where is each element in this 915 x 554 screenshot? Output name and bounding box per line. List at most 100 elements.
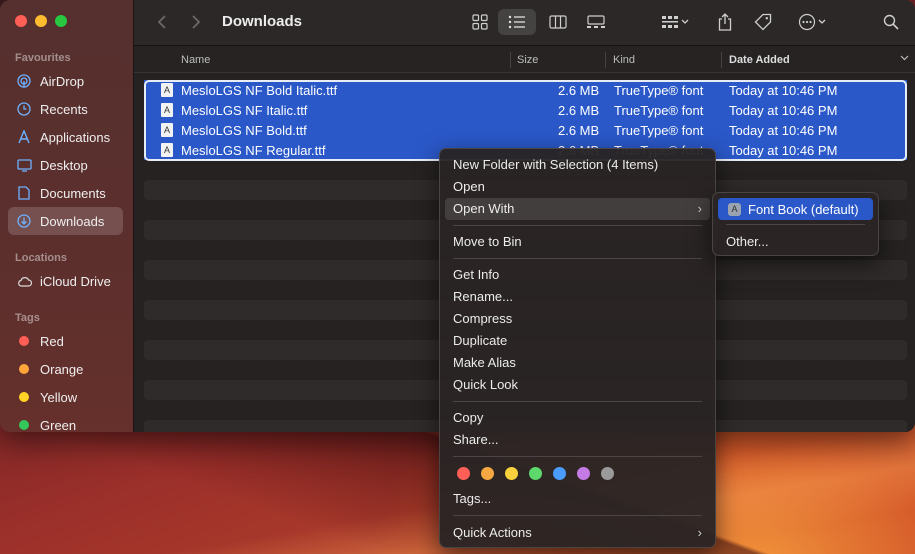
toolbar: Downloads — [134, 0, 915, 46]
sidebar-item-recents[interactable]: Recents — [8, 95, 123, 123]
desktop-icon — [16, 157, 32, 173]
document-icon — [16, 185, 32, 201]
menu-item-quick-actions[interactable]: Quick Actions › — [445, 522, 710, 544]
table-row[interactable]: A MesloLGS NF Italic.ttf 2.6 MB TrueType… — [144, 100, 907, 120]
sidebar-item-label: iCloud Drive — [40, 273, 111, 289]
tag-color-blue[interactable] — [553, 467, 566, 480]
menu-item-label: Open With — [453, 201, 515, 216]
tag-icon — [754, 13, 772, 31]
more-actions-button[interactable] — [792, 9, 834, 35]
menu-item-compress[interactable]: Compress — [445, 308, 710, 330]
chevron-right-icon: › — [697, 201, 702, 216]
sidebar-item-label: Documents — [40, 185, 106, 201]
minimize-button[interactable] — [35, 15, 47, 27]
icon-view-button[interactable] — [466, 9, 494, 35]
font-book-icon: A — [728, 202, 741, 216]
sidebar-item-label: Green — [40, 417, 77, 433]
sidebar-tag-red[interactable]: Red — [8, 327, 123, 355]
file-kind: TrueType® font — [614, 123, 704, 138]
list-icon — [508, 15, 525, 29]
context-menu: New Folder with Selection (4 Items) Open… — [439, 148, 716, 548]
menu-item-tags[interactable]: Tags... — [445, 488, 710, 510]
menu-item-rename[interactable]: Rename... — [445, 286, 710, 308]
sidebar-item-applications[interactable]: Applications — [8, 123, 123, 151]
zoom-button[interactable] — [55, 15, 67, 27]
tag-color-purple[interactable] — [577, 467, 590, 480]
file-date: Today at 10:46 PM — [729, 103, 838, 118]
tag-dot-icon — [19, 336, 29, 346]
sidebar-item-icloud-drive[interactable]: iCloud Drive — [8, 267, 123, 295]
menu-separator — [453, 401, 702, 402]
file-kind: TrueType® font — [614, 83, 704, 98]
sort-chevron-icon[interactable] — [900, 52, 909, 64]
group-icon — [662, 16, 689, 28]
font-file-icon: A — [161, 103, 173, 117]
edit-tags-button[interactable] — [750, 9, 776, 35]
window-controls — [15, 15, 67, 27]
close-button[interactable] — [15, 15, 27, 27]
tag-dot-icon — [19, 420, 29, 430]
menu-separator — [726, 224, 865, 225]
tag-color-green[interactable] — [529, 467, 542, 480]
grid-icon — [472, 14, 488, 30]
group-by-button[interactable] — [654, 9, 696, 35]
chevron-left-icon — [157, 15, 166, 29]
gallery-view-button[interactable] — [580, 9, 612, 35]
sidebar-tag-orange[interactable]: Orange — [8, 355, 123, 383]
file-kind: TrueType® font — [614, 103, 704, 118]
sidebar-item-downloads[interactable]: Downloads — [8, 207, 123, 235]
tag-color-grey[interactable] — [601, 467, 614, 480]
tag-color-red[interactable] — [457, 467, 470, 480]
file-date: Today at 10:46 PM — [729, 123, 838, 138]
open-with-submenu: A Font Book (default) Other... — [712, 192, 879, 256]
font-file-icon: A — [161, 123, 173, 137]
submenu-item-other[interactable]: Other... — [726, 231, 769, 253]
table-row[interactable]: A MesloLGS NF Bold.ttf 2.6 MB TrueType® … — [144, 120, 907, 140]
menu-item-share[interactable]: Share... — [445, 429, 710, 451]
sidebar-tag-yellow[interactable]: Yellow — [8, 383, 123, 411]
list-view-button[interactable] — [498, 9, 536, 35]
menu-item-get-info[interactable]: Get Info — [445, 264, 710, 286]
menu-item-duplicate[interactable]: Duplicate — [445, 330, 710, 352]
sidebar-item-airdrop[interactable]: AirDrop — [8, 67, 123, 95]
font-file-icon: A — [161, 143, 173, 157]
back-button[interactable] — [152, 9, 172, 35]
share-button[interactable] — [712, 9, 738, 35]
submenu-item-font-book[interactable]: A Font Book (default) — [718, 198, 873, 220]
column-divider[interactable] — [721, 52, 722, 68]
file-size: 2.6 MB — [558, 123, 600, 138]
column-date-added[interactable]: Date Added — [729, 54, 790, 66]
sidebar-item-label: Yellow — [40, 389, 78, 405]
sidebar-tag-green[interactable]: Green — [8, 411, 123, 432]
column-name[interactable]: Name — [181, 54, 210, 66]
sidebar-item-label: Orange — [40, 361, 84, 377]
menu-item-new-folder-with-selection[interactable]: New Folder with Selection (4 Items) — [445, 154, 710, 176]
sidebar-item-desktop[interactable]: Desktop — [8, 151, 123, 179]
sidebar-item-documents[interactable]: Documents — [8, 179, 123, 207]
search-icon — [883, 14, 899, 30]
search-button[interactable] — [878, 9, 904, 35]
table-row[interactable]: A MesloLGS NF Bold Italic.ttf 2.6 MB Tru… — [144, 80, 907, 100]
column-size[interactable]: Size — [517, 54, 538, 66]
column-divider[interactable] — [605, 52, 606, 68]
tag-color-yellow[interactable] — [505, 467, 518, 480]
file-size: 2.6 MB — [558, 103, 600, 118]
sidebar-item-label: Applications — [40, 129, 111, 145]
column-view-button[interactable] — [542, 9, 574, 35]
menu-item-copy[interactable]: Copy — [445, 407, 710, 429]
menu-item-move-to-bin[interactable]: Move to Bin — [445, 231, 710, 253]
forward-button[interactable] — [186, 9, 206, 35]
menu-separator — [453, 258, 702, 259]
share-icon — [718, 13, 732, 31]
menu-item-open-with[interactable]: Open With › — [445, 198, 710, 220]
menu-item-open[interactable]: Open — [445, 176, 710, 198]
submenu-item-label: Font Book (default) — [748, 201, 859, 217]
file-date: Today at 10:46 PM — [729, 143, 838, 158]
airdrop-icon — [16, 73, 32, 89]
column-kind[interactable]: Kind — [613, 54, 635, 66]
menu-item-make-alias[interactable]: Make Alias — [445, 352, 710, 374]
file-name: MesloLGS NF Bold.ttf — [181, 123, 307, 138]
tag-color-orange[interactable] — [481, 467, 494, 480]
menu-item-quick-look[interactable]: Quick Look — [445, 374, 710, 396]
column-divider[interactable] — [510, 52, 511, 68]
